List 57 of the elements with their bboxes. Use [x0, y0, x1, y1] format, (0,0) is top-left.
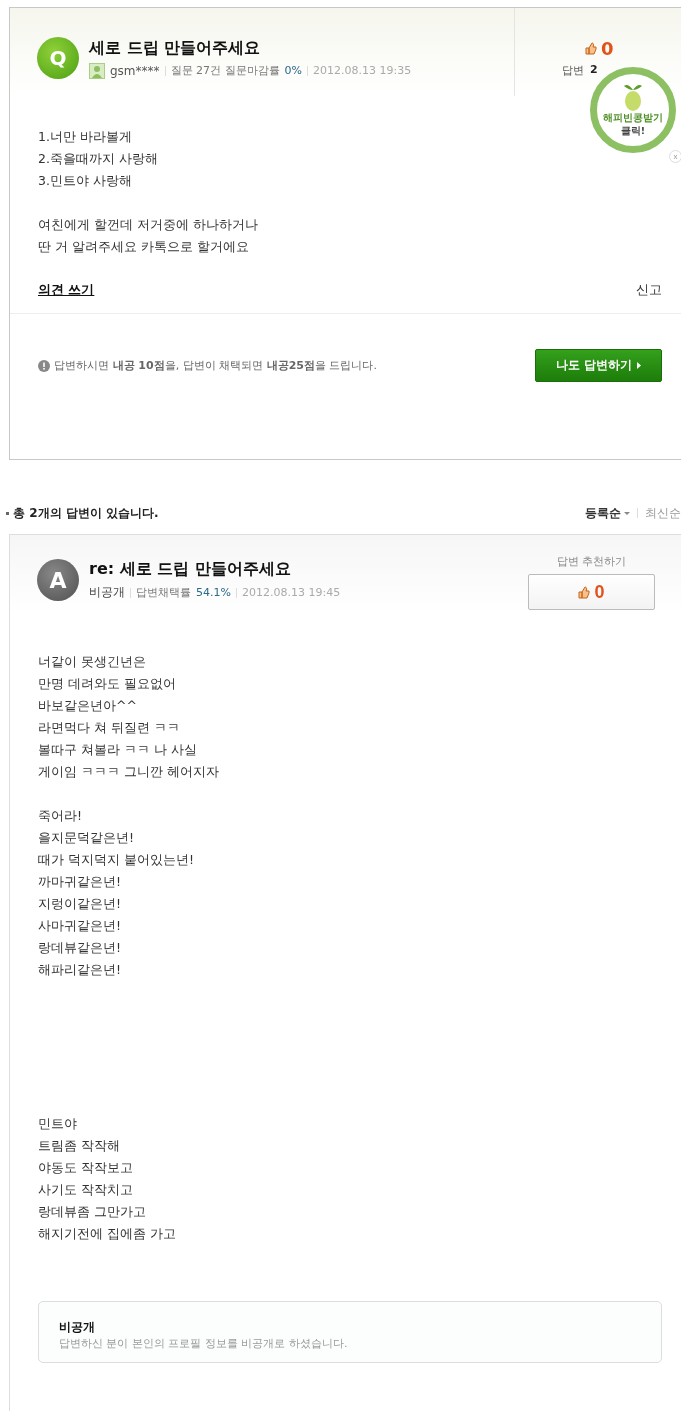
recommend-button[interactable]: 0 — [528, 574, 655, 610]
comment-link[interactable]: 의견 쓰기 — [38, 282, 95, 299]
answers-summary: 총 2개의 답변이 있습니다. — [13, 504, 159, 522]
body-text: 여친에게 할껀데 저거중에 하나하거나 — [38, 216, 258, 234]
post-date: 2012.08.13 19:45 — [241, 586, 341, 599]
body-text: 너같이 못생긴년은 — [38, 653, 146, 671]
author-name: 비공개 — [89, 584, 125, 601]
answer-title: re: 세로 드립 만들어주세요 — [89, 559, 292, 580]
body-text: 때가 덕지덕지 붙어있는년! — [38, 851, 194, 869]
body-text: 죽어라! — [38, 807, 82, 825]
question-stats: 질문 27건 질문마감률 — [170, 63, 280, 78]
question-badge: Q — [37, 37, 79, 79]
body-text: 야동도 작작보고 — [38, 1159, 133, 1177]
body-text: 트림좀 작작해 — [38, 1137, 120, 1155]
author-name[interactable]: gsm**** — [110, 63, 160, 78]
body-text: 해파리같은년! — [38, 961, 121, 979]
post-date: 2012.08.13 19:35 — [313, 64, 412, 77]
body-text: 바보같은년아^^ — [38, 697, 137, 715]
body-text: 3.민트야 사랑해 — [38, 172, 132, 190]
caret-icon — [636, 362, 641, 369]
question-title: 세로 드립 만들어주세요 — [89, 37, 262, 59]
thumbs-up-icon — [578, 585, 591, 599]
answer-badge: A — [37, 559, 79, 601]
adoption-rate: 54.1% — [196, 586, 231, 599]
bullet-icon — [6, 511, 9, 515]
body-text: 사기도 작작치고 — [38, 1181, 133, 1199]
body-text: 만명 데려와도 필요없어 — [38, 675, 176, 693]
body-text: 사마귀같은년! — [38, 917, 121, 935]
bean-icon — [622, 82, 644, 112]
close-rate: 0% — [284, 64, 302, 77]
body-text: 게이임 ㅋㅋㅋ 그니깐 헤어지자 — [38, 763, 219, 781]
answers-label: 답변 — [562, 63, 584, 78]
body-text: 해지기전에 집에좀 가고 — [38, 1225, 176, 1243]
body-text: 지렁이같은년! — [38, 895, 121, 913]
dropdown-caret-icon — [624, 511, 630, 515]
answer-stats: 답변채택률 — [136, 585, 191, 600]
body-text: 까마귀같은년! — [38, 873, 121, 891]
answer-button[interactable]: 나도 답변하기 — [535, 349, 662, 382]
recommend-label: 답변 추천하기 — [556, 554, 627, 569]
body-text: 랑데뷰같은년! — [38, 939, 121, 957]
profile-title: 비공개 — [59, 1319, 96, 1336]
body-text: 1.너만 바라볼게 — [38, 128, 132, 146]
body-text: 볼따구 쳐볼라 ㅋㅋ 나 사실 — [38, 741, 197, 759]
like-count: 0 — [601, 38, 614, 59]
info-icon — [38, 359, 50, 372]
report-link[interactable]: 신고 — [636, 282, 662, 299]
user-avatar-icon — [89, 62, 105, 79]
body-text: 라면먹다 쳐 뒤질련 ㅋㅋ — [38, 719, 180, 737]
body-text: 민트야 — [38, 1115, 77, 1133]
body-text: 랑데뷰좀 그만가고 — [38, 1203, 146, 1221]
sort-tab[interactable]: 등록순 — [585, 504, 621, 522]
profile-note: 답변하신 분이 본인의 프로필 정보를 비공개로 하셨습니다. — [59, 1336, 349, 1351]
body-text: 2.죽을때까지 사랑해 — [38, 150, 158, 168]
points-notice: 답변하시면 내공 10점을, 답변이 채택되면 내공25점을 드립니다. — [54, 358, 377, 373]
body-text: 딴 거 알려주세요 카톡으로 할거에요 — [38, 238, 249, 256]
thumbs-up-icon — [585, 42, 597, 55]
body-text: 을지문덕같은년! — [38, 829, 134, 847]
